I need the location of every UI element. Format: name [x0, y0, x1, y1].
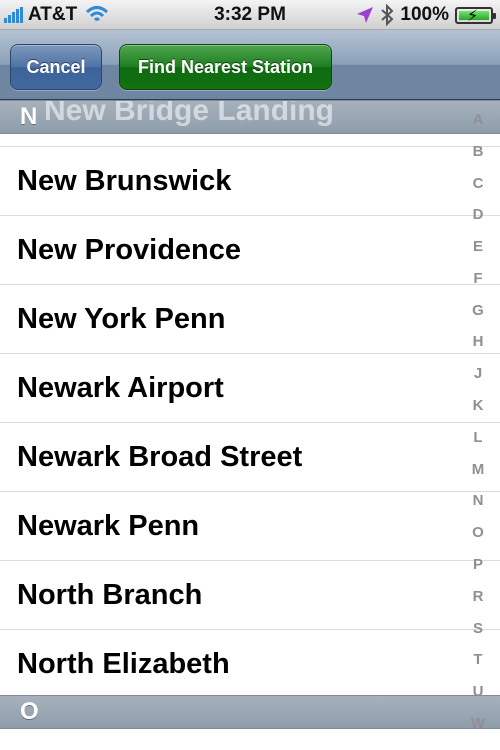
index-letter[interactable]: R	[473, 588, 484, 605]
list-item[interactable]: New York Penn	[0, 284, 500, 353]
find-nearest-station-button[interactable]: Find Nearest Station	[119, 44, 332, 90]
location-arrow-icon	[357, 7, 374, 23]
index-letter[interactable]: M	[472, 461, 485, 478]
cancel-button[interactable]: Cancel	[10, 44, 102, 90]
index-letter[interactable]: U	[473, 684, 484, 700]
bluetooth-icon	[381, 4, 394, 26]
battery-percent: 100%	[400, 4, 449, 25]
index-letter[interactable]: P	[473, 556, 483, 573]
section-header-o: O	[0, 695, 500, 729]
index-letter[interactable]: E	[473, 239, 483, 255]
index-letter[interactable]: O	[472, 525, 484, 541]
index-letter[interactable]: G	[472, 302, 484, 319]
list-item[interactable]: Newark Broad Street	[0, 422, 500, 491]
list-item-partial[interactable]: New Bridge Landing	[44, 101, 334, 127]
index-letter[interactable]: H	[473, 334, 484, 350]
station-list: New Brunswick New Providence New York Pe…	[0, 146, 500, 698]
index-letter[interactable]: L	[473, 429, 482, 446]
list-item[interactable]: New Brunswick	[0, 146, 500, 215]
index-letter[interactable]: W	[471, 715, 485, 732]
index-letter[interactable]: S	[473, 620, 483, 637]
index-letter[interactable]: K	[473, 398, 484, 414]
list-item[interactable]: North Branch	[0, 560, 500, 629]
status-right: 100% ⚡	[356, 3, 496, 27]
index-letter[interactable]: F	[473, 270, 482, 287]
index-letter[interactable]: T	[473, 652, 482, 668]
section-header-letter: N	[20, 103, 38, 130]
charging-bolt-icon: ⚡	[467, 7, 479, 25]
list-item[interactable]: New Providence	[0, 215, 500, 284]
index-letter[interactable]: C	[473, 175, 484, 192]
index-letter[interactable]: J	[474, 366, 482, 382]
battery-icon: ⚡	[455, 6, 496, 25]
section-header-n: New Bridge Landing N	[0, 100, 500, 134]
list-item[interactable]: Newark Airport	[0, 353, 500, 422]
navigation-bar: Cancel Find Nearest Station	[0, 30, 500, 100]
index-letter[interactable]: B	[473, 143, 484, 160]
list-item[interactable]: North Elizabeth	[0, 629, 500, 698]
status-bar: AT&T 3:32 PM 100% ⚡	[0, 0, 500, 30]
index-letter[interactable]: N	[473, 493, 484, 509]
index-letter[interactable]: D	[473, 207, 484, 223]
index-letter[interactable]: A	[473, 112, 484, 128]
list-item[interactable]: Newark Penn	[0, 491, 500, 560]
alphabet-index[interactable]: A B C D E F G H J K L M N O P R S T U W	[456, 112, 500, 732]
